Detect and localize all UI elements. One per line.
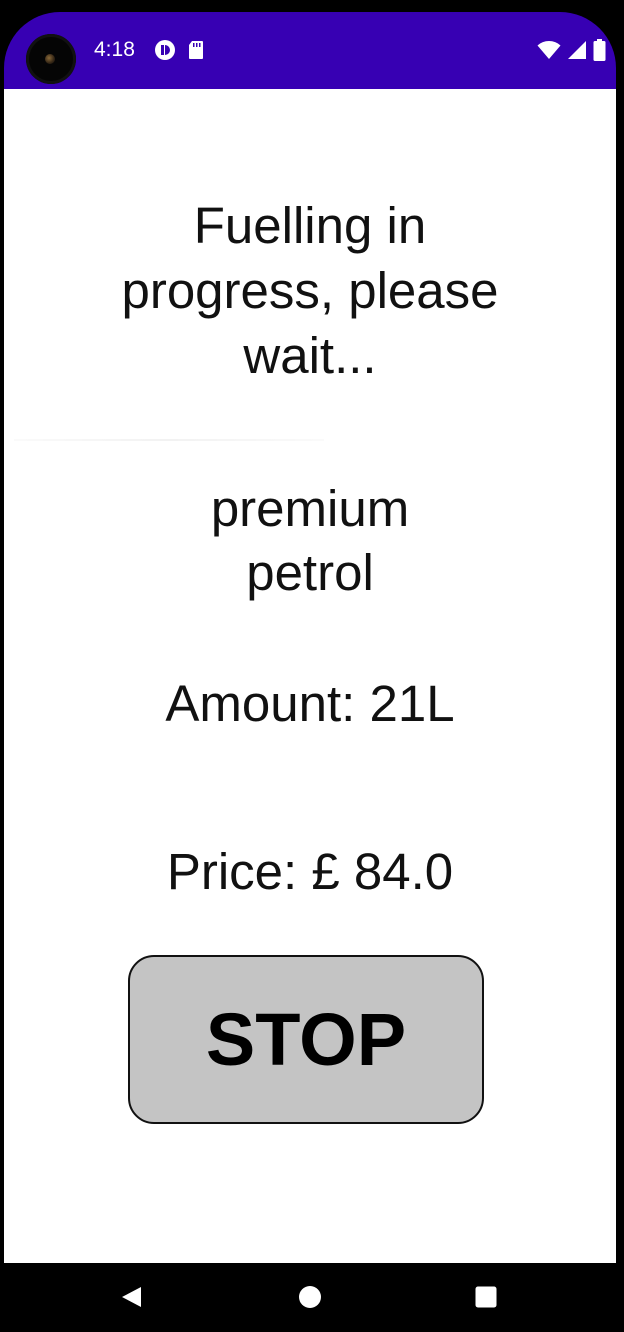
stop-button[interactable]: STOP — [128, 955, 484, 1124]
heading-line: wait... — [243, 327, 377, 384]
device-screen: 4:18 Fuelling in progress, please wait..… — [0, 0, 624, 1332]
price-label: Price: £ 84.0 — [166, 843, 454, 900]
amount-label: Amount: 21L — [165, 675, 455, 732]
recents-button[interactable] — [474, 1285, 498, 1314]
wifi-icon — [537, 40, 561, 65]
heading-line: progress, please — [121, 262, 499, 319]
divider — [14, 439, 324, 441]
back-button[interactable] — [119, 1285, 143, 1314]
front-camera — [26, 34, 76, 84]
battery-icon — [593, 39, 606, 66]
fuelling-screen: Fuelling in progress, please wait... pre… — [4, 89, 616, 1263]
signal-icon — [567, 40, 587, 65]
recents-icon — [474, 1285, 498, 1314]
status-heading: Fuelling in progress, please wait... — [4, 193, 616, 388]
fuel-type-line: petrol — [246, 544, 374, 601]
status-clock: 4:18 — [94, 38, 135, 61]
fuel-type-label: premium petrol — [4, 477, 616, 605]
home-button[interactable] — [298, 1285, 322, 1314]
system-icons — [537, 39, 606, 66]
navigation-bar — [0, 1263, 624, 1332]
notification-icons — [154, 39, 204, 66]
tracker-icon — [154, 39, 176, 66]
fuel-type-line: premium — [210, 480, 410, 537]
camera-lens — [45, 54, 55, 64]
back-icon — [119, 1285, 143, 1314]
status-bar: 4:18 — [4, 12, 616, 89]
sd-card-icon — [188, 40, 204, 65]
heading-line: Fuelling in — [193, 197, 427, 254]
home-icon — [298, 1285, 322, 1314]
